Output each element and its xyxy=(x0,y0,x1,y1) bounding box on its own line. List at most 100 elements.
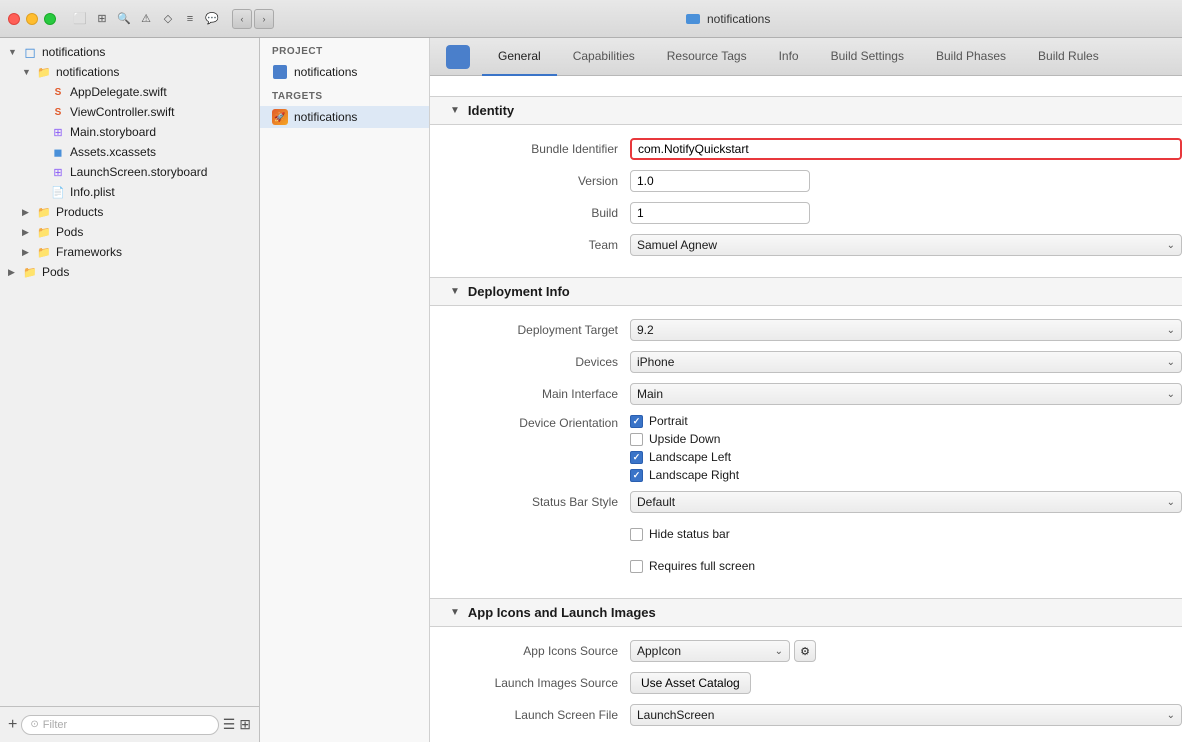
comment-icon[interactable]: 💬 xyxy=(204,11,220,27)
target-item-notifications[interactable]: 🚀 notifications xyxy=(260,106,429,128)
upsidedown-checkbox[interactable] xyxy=(630,433,643,446)
statusbar-control: Default ⌄ xyxy=(630,491,1182,513)
hide-statusbar-control: Hide status bar xyxy=(630,527,1182,541)
bundle-identifier-input[interactable] xyxy=(630,138,1182,160)
sidebar-toggle-icon[interactable]: ⬜ xyxy=(72,11,88,27)
identity-section-title: Identity xyxy=(468,103,514,118)
icons-source-select[interactable]: AppIcon ⌄ xyxy=(630,640,790,662)
bookmark-icon[interactable]: ◇ xyxy=(160,11,176,27)
launch-screen-control: LaunchScreen ⌄ xyxy=(630,704,1182,726)
fullscreen-row: Requires full screen xyxy=(430,554,1182,578)
forward-button[interactable]: › xyxy=(254,9,274,29)
team-control: Samuel Agnew ⌄ xyxy=(630,234,1182,256)
sidebar-item-appdelegate[interactable]: S AppDelegate.swift xyxy=(0,82,259,102)
main-interface-chevron-icon: ⌄ xyxy=(1167,389,1175,400)
orientation-portrait-row: Portrait xyxy=(630,414,1182,428)
tab-general[interactable]: General xyxy=(482,38,557,76)
launch-source-row: Launch Images Source Use Asset Catalog xyxy=(430,671,1182,695)
folder-icon: 📁 xyxy=(36,64,52,80)
deployment-target-select[interactable]: 9.2 ⌄ xyxy=(630,319,1182,341)
landscaperight-checkbox[interactable] xyxy=(630,469,643,482)
deployment-target-control: 9.2 ⌄ xyxy=(630,319,1182,341)
sidebar-footer: + ⊙ Filter ☰ ⊞ xyxy=(0,706,259,742)
project-item-notifications[interactable]: notifications xyxy=(260,61,429,83)
traffic-lights xyxy=(8,13,56,25)
warning-icon[interactable]: ⚠ xyxy=(138,11,154,27)
close-button[interactable] xyxy=(8,13,20,25)
tab-resource-tags[interactable]: Resource Tags xyxy=(651,38,763,76)
statusbar-label: Status Bar Style xyxy=(430,495,630,509)
sidebar-item-frameworks[interactable]: ▶ 📁 Frameworks xyxy=(0,242,259,262)
team-select[interactable]: Samuel Agnew ⌄ xyxy=(630,234,1182,256)
version-control xyxy=(630,170,1182,192)
tab-info[interactable]: Info xyxy=(763,38,815,76)
grid-icon[interactable]: ⊞ xyxy=(94,11,110,27)
sidebar-item-label: notifications xyxy=(56,65,119,79)
main-interface-select[interactable]: Main ⌄ xyxy=(630,383,1182,405)
hide-statusbar-checkbox[interactable] xyxy=(630,528,643,541)
deployment-form: Deployment Target 9.2 ⌄ Devices xyxy=(430,306,1182,598)
tab-build-phases[interactable]: Build Phases xyxy=(920,38,1022,76)
icons-source-gear-button[interactable]: ⚙ xyxy=(794,640,816,662)
devices-select[interactable]: iPhone ⌄ xyxy=(630,351,1182,373)
expand-icon[interactable]: ⊞ xyxy=(239,716,251,733)
devices-value: iPhone xyxy=(637,355,1163,369)
sidebar-item-infoplist[interactable]: 📄 Info.plist xyxy=(0,182,259,202)
deployment-disclosure[interactable]: ▼ xyxy=(450,286,460,297)
project-item-label: notifications xyxy=(294,65,357,79)
fullscreen-control: Requires full screen xyxy=(630,559,1182,573)
landscapeleft-checkbox[interactable] xyxy=(630,451,643,464)
orientation-row: Device Orientation Portrait Upside Down xyxy=(430,414,1182,482)
version-input[interactable] xyxy=(630,170,810,192)
portrait-checkbox[interactable] xyxy=(630,415,643,428)
tab-build-settings[interactable]: Build Settings xyxy=(815,38,920,76)
launch-source-label: Launch Images Source xyxy=(430,676,630,690)
minimize-button[interactable] xyxy=(26,13,38,25)
sidebar-item-label: Info.plist xyxy=(70,185,115,199)
build-control xyxy=(630,202,1182,224)
bundle-identifier-label: Bundle Identifier xyxy=(430,142,630,156)
tab-build-rules[interactable]: Build Rules xyxy=(1022,38,1115,76)
sidebar-item-label: Products xyxy=(56,205,103,219)
app-icons-section: ▼ App Icons and Launch Images App Icons … xyxy=(430,598,1182,742)
sidebar-item-label: Assets.xcassets xyxy=(70,145,156,159)
sidebar-item-products[interactable]: ▶ 📁 Products xyxy=(0,202,259,222)
launch-screen-select[interactable]: LaunchScreen ⌄ xyxy=(630,704,1182,726)
fullscreen-checkbox[interactable] xyxy=(630,560,643,573)
sidebar-item-viewcontroller[interactable]: S ViewController.swift xyxy=(0,102,259,122)
add-button[interactable]: + xyxy=(8,717,17,733)
sidebar-item-mainstoryboard[interactable]: ⊞ Main.storyboard xyxy=(0,122,259,142)
landscapeleft-label: Landscape Left xyxy=(649,450,731,464)
build-input[interactable] xyxy=(630,202,810,224)
statusbar-select[interactable]: Default ⌄ xyxy=(630,491,1182,513)
maximize-button[interactable] xyxy=(44,13,56,25)
version-row: Version xyxy=(430,169,1182,193)
sidebar-item-xcassets[interactable]: ◼ Assets.xcassets xyxy=(0,142,259,162)
file-tree: ▼ ◻ notifications ▼ 📁 notifications S Ap… xyxy=(0,38,259,706)
app-icons-disclosure[interactable]: ▼ xyxy=(450,607,460,618)
filter-input-container[interactable]: ⊙ Filter xyxy=(21,715,218,735)
search-icon[interactable]: 🔍 xyxy=(116,11,132,27)
sidebar-item-pods-root[interactable]: ▶ 📁 Pods xyxy=(0,262,259,282)
sidebar-item-pods[interactable]: ▶ 📁 Pods xyxy=(0,222,259,242)
landscaperight-label: Landscape Right xyxy=(649,468,739,482)
fullscreen-checkbox-row: Requires full screen xyxy=(630,559,1182,573)
sidebar-item-launchscreen[interactable]: ⊞ LaunchScreen.storyboard xyxy=(0,162,259,182)
bundle-identifier-control xyxy=(630,138,1182,160)
list-view-icon[interactable]: ☰ xyxy=(223,716,236,733)
tab-capabilities[interactable]: Capabilities xyxy=(557,38,651,76)
list-icon[interactable]: ≡ xyxy=(182,11,198,27)
deployment-section-header: ▼ Deployment Info xyxy=(430,277,1182,306)
sidebar-item-notifications-root[interactable]: ▼ ◻ notifications xyxy=(0,42,259,62)
launch-screen-chevron-icon: ⌄ xyxy=(1167,710,1175,721)
use-asset-catalog-button[interactable]: Use Asset Catalog xyxy=(630,672,751,694)
app-icons-form: App Icons Source AppIcon ⌄ ⚙ xyxy=(430,627,1182,742)
storyboard-icon: ⊞ xyxy=(50,124,66,140)
identity-disclosure[interactable]: ▼ xyxy=(450,105,460,116)
sidebar-item-notifications-folder[interactable]: ▼ 📁 notifications xyxy=(0,62,259,82)
sidebar-item-label: LaunchScreen.storyboard xyxy=(70,165,207,179)
build-label: Build xyxy=(430,206,630,220)
tab-bar: General Capabilities Resource Tags Info … xyxy=(430,38,1182,76)
disclosure-arrow: ▶ xyxy=(8,267,22,278)
back-button[interactable]: ‹ xyxy=(232,9,252,29)
